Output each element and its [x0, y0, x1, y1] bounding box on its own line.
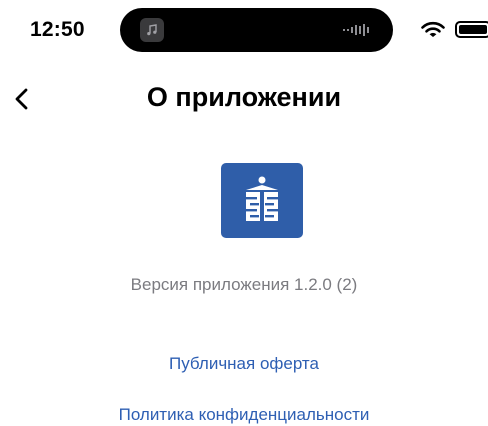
app-version: Версия приложения 1.2.0 (2): [130, 275, 358, 294]
wifi-icon: [421, 21, 445, 44]
battery-level: [459, 25, 487, 34]
public-offer-link[interactable]: Публичная оферта: [0, 354, 488, 374]
dynamic-island[interactable]: [120, 8, 393, 52]
page-title: О приложении: [146, 82, 342, 112]
waveform-icon: [343, 23, 371, 42]
music-note-icon: [140, 18, 164, 42]
status-time: 12:50: [30, 18, 85, 41]
privacy-policy-link[interactable]: Политика конфиденциальности: [0, 405, 488, 425]
battery-icon: [455, 21, 488, 38]
app-logo-icon: [221, 163, 303, 238]
status-bar: 12:50: [0, 0, 488, 60]
